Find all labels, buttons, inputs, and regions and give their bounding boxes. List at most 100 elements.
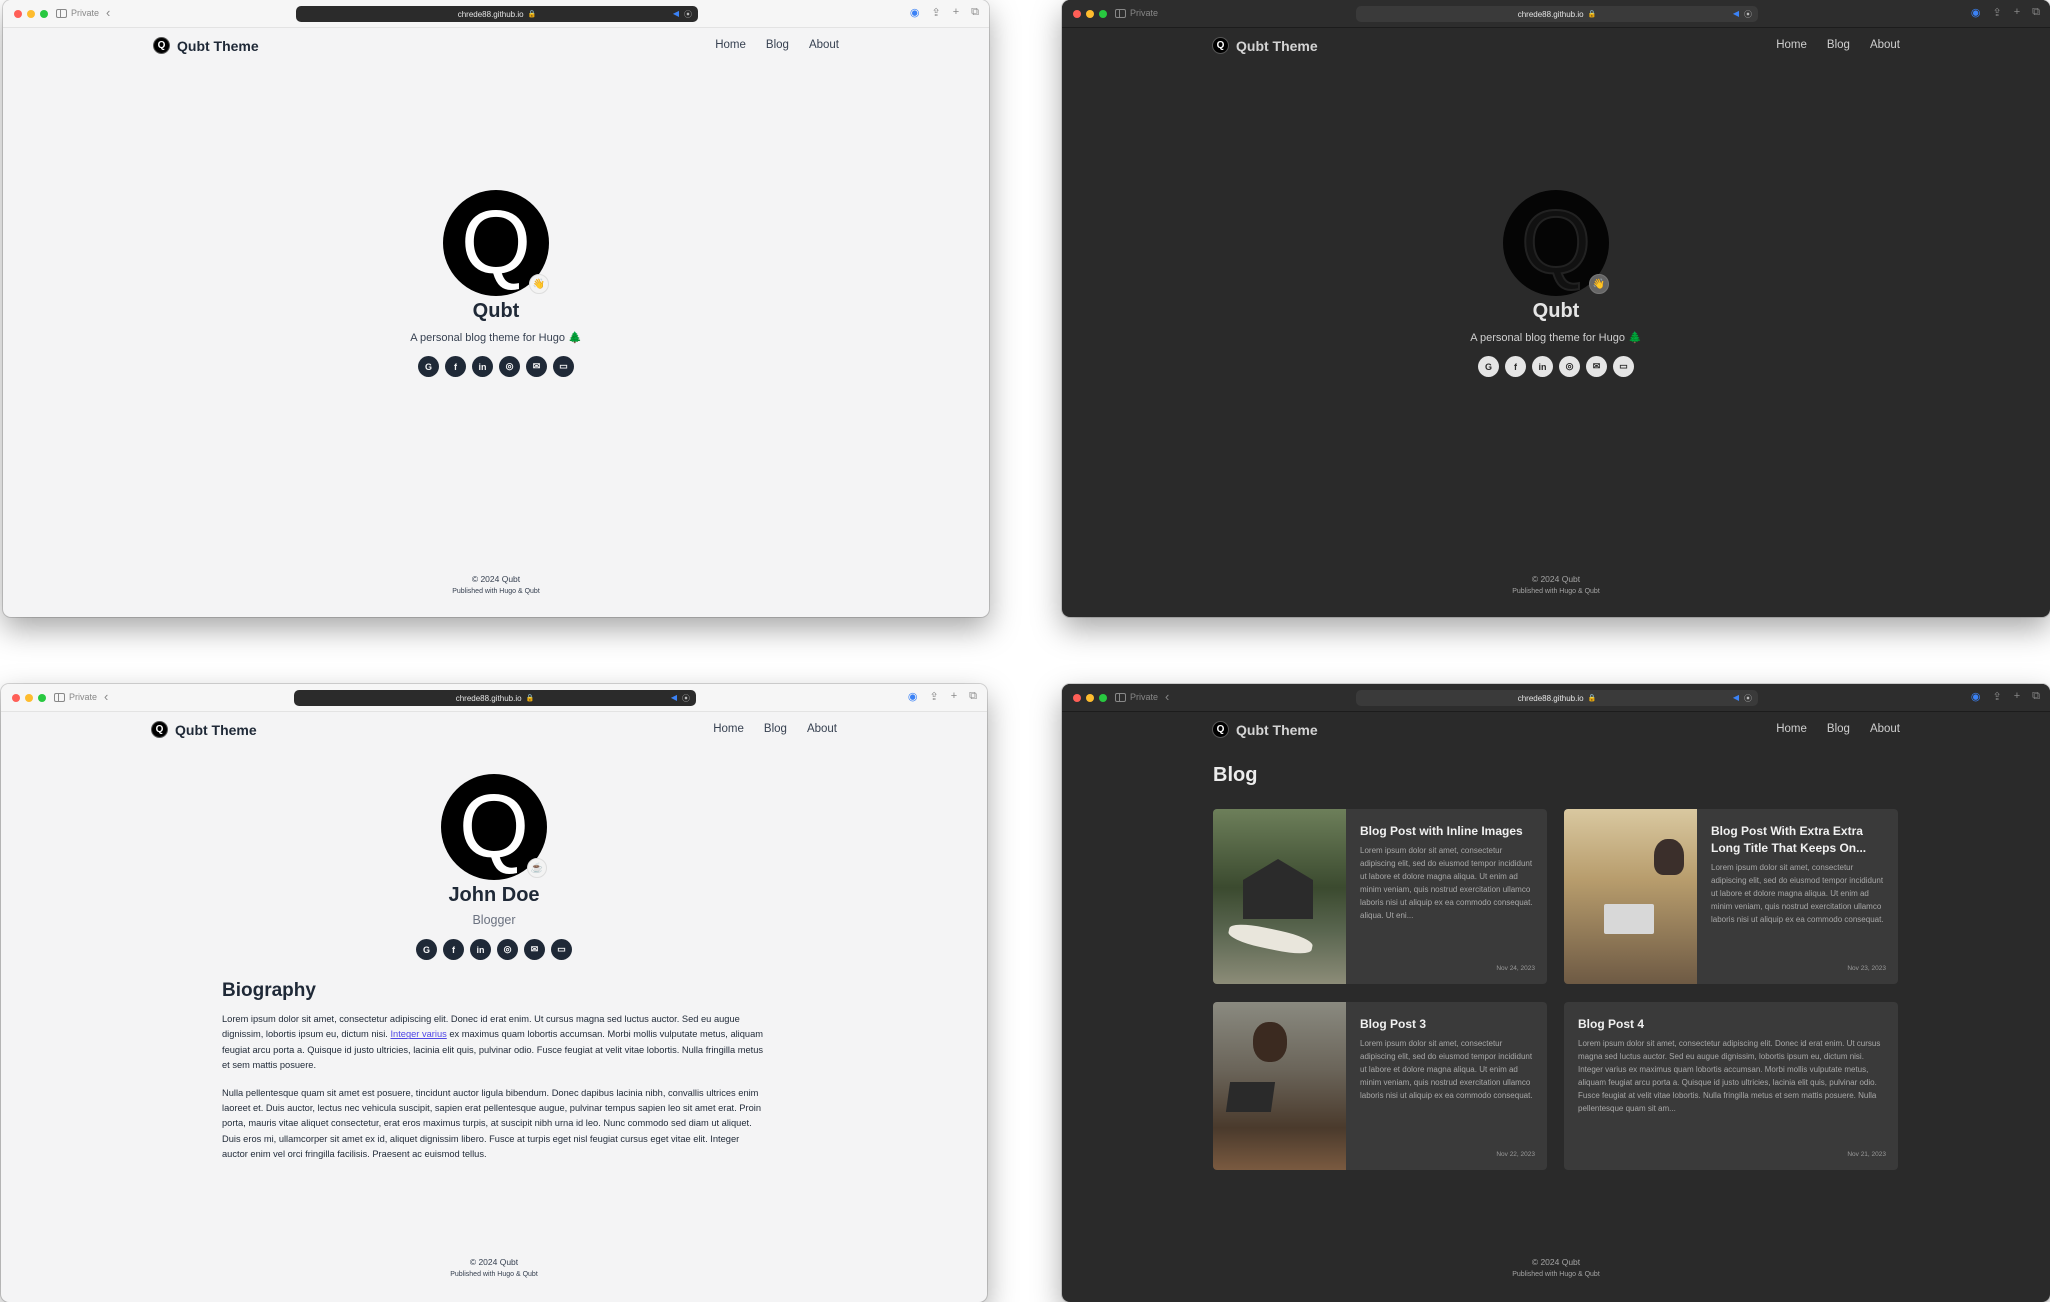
nav-home[interactable]: Home <box>715 39 746 51</box>
integer-varius-link[interactable]: Integer varius <box>390 1029 446 1039</box>
email-icon[interactable]: ✉ <box>1586 356 1607 377</box>
github-icon[interactable]: G <box>1478 356 1499 377</box>
address-bar[interactable]: chrede88.github.io 🔒 ◀ ⦿ <box>1356 6 1758 22</box>
brand-logo-icon: Q <box>1212 721 1229 738</box>
nav-about[interactable]: About <box>807 723 837 735</box>
linkedin-icon[interactable]: in <box>470 939 491 960</box>
instagram-icon[interactable]: ◎ <box>497 939 518 960</box>
about-profile: Q ☕ John Doe Blogger G f in ◎ ✉ ▭ <box>1 774 987 960</box>
post-thumbnail[interactable] <box>1213 1002 1346 1170</box>
linkedin-icon[interactable]: in <box>1532 356 1553 377</box>
nav-about[interactable]: About <box>1870 39 1900 51</box>
back-icon[interactable]: ‹ <box>1165 689 1169 704</box>
nav-blog[interactable]: Blog <box>764 723 787 735</box>
reader-icon[interactable]: ⦿ <box>1744 9 1752 20</box>
facebook-icon[interactable]: f <box>443 939 464 960</box>
sidebar-toggle-icon[interactable] <box>1115 693 1126 702</box>
post-excerpt: Lorem ipsum dolor sit amet, consectetur … <box>1360 1039 1533 1100</box>
laptop-icon[interactable]: ▭ <box>551 939 572 960</box>
post-thumbnail[interactable] <box>1213 809 1346 984</box>
tabs-icon[interactable]: ⧉ <box>2032 690 2040 703</box>
window-controls[interactable] <box>1073 10 1107 18</box>
share-icon[interactable]: ⇪ <box>929 690 938 703</box>
email-icon[interactable]: ✉ <box>524 939 545 960</box>
blog-card[interactable]: Blog Post 3 Lorem ipsum dolor sit amet, … <box>1213 1002 1547 1170</box>
profile-tagline: A personal blog theme for Hugo 🌲 <box>1470 332 1642 344</box>
nav-about[interactable]: About <box>809 39 839 51</box>
laptop-icon[interactable]: ▭ <box>553 356 574 377</box>
address-bar[interactable]: chrede88.github.io 🔒 ◀ ⦿ <box>296 6 698 22</box>
window-controls[interactable] <box>12 694 46 702</box>
laptop-icon[interactable]: ▭ <box>1613 356 1634 377</box>
post-title[interactable]: Blog Post 4 <box>1578 1016 1886 1033</box>
nav-home[interactable]: Home <box>1776 723 1807 735</box>
profile-tagline: A personal blog theme for Hugo 🌲 <box>410 332 582 344</box>
sidebar-toggle-icon[interactable] <box>54 693 65 702</box>
site-brand[interactable]: Q Qubt Theme <box>151 721 257 738</box>
facebook-icon[interactable]: f <box>1505 356 1526 377</box>
site-footer: © 2024 Qubt Published with Hugo & Qubt <box>1062 574 2050 595</box>
instagram-icon[interactable]: ◎ <box>499 356 520 377</box>
privacy-icon[interactable]: ◉ <box>910 6 920 19</box>
facebook-icon[interactable]: f <box>445 356 466 377</box>
nav-blog[interactable]: Blog <box>1827 39 1850 51</box>
github-icon[interactable]: G <box>416 939 437 960</box>
site-brand[interactable]: Q Qubt Theme <box>1212 37 1318 54</box>
nav-blog[interactable]: Blog <box>1827 723 1850 735</box>
reader-icon[interactable]: ⦿ <box>684 9 692 20</box>
post-title[interactable]: Blog Post With Extra Extra Long Title Th… <box>1711 823 1886 857</box>
tabs-icon[interactable]: ⧉ <box>971 6 979 19</box>
privacy-icon[interactable]: ◉ <box>1971 690 1981 703</box>
new-tab-icon[interactable]: + <box>2014 6 2020 19</box>
linkedin-icon[interactable]: in <box>472 356 493 377</box>
nav-home[interactable]: Home <box>713 723 744 735</box>
copyright: © 2024 Qubt <box>1531 1257 1581 1267</box>
window-controls[interactable] <box>1073 694 1107 702</box>
new-tab-icon[interactable]: + <box>2014 690 2020 703</box>
privacy-icon[interactable]: ◉ <box>908 690 918 703</box>
new-tab-icon[interactable]: + <box>951 690 957 703</box>
sidebar-toggle-icon[interactable] <box>56 9 67 18</box>
tabs-icon[interactable]: ⧉ <box>2032 6 2040 19</box>
blog-card[interactable]: Blog Post With Extra Extra Long Title Th… <box>1564 809 1898 984</box>
email-icon[interactable]: ✉ <box>526 356 547 377</box>
site-brand[interactable]: Q Qubt Theme <box>1212 721 1318 738</box>
nav-home[interactable]: Home <box>1776 39 1807 51</box>
back-icon[interactable]: ‹ <box>106 5 110 20</box>
privacy-icon[interactable]: ◉ <box>1971 6 1981 19</box>
reader-icon[interactable]: ⦿ <box>1744 693 1752 704</box>
blog-card[interactable]: Blog Post with Inline Images Lorem ipsum… <box>1213 809 1547 984</box>
github-icon[interactable]: G <box>418 356 439 377</box>
tabs-icon[interactable]: ⧉ <box>969 690 977 703</box>
published-with: Published with Hugo & Qubt <box>1512 588 1600 595</box>
copyright: © 2024 Qubt <box>471 574 521 584</box>
post-excerpt: Lorem ipsum dolor sit amet, consectetur … <box>1711 863 1884 924</box>
post-title[interactable]: Blog Post 3 <box>1360 1016 1535 1033</box>
instagram-icon[interactable]: ◎ <box>1559 356 1580 377</box>
audio-icon[interactable]: ◀ <box>1733 693 1739 704</box>
brand-logo-icon: Q <box>1212 37 1229 54</box>
sidebar-toggle-icon[interactable] <box>1115 9 1126 18</box>
nav-blog[interactable]: Blog <box>766 39 789 51</box>
home-profile: Q 👋 Qubt A personal blog theme for Hugo 🌲… <box>1062 190 2050 377</box>
site-footer: © 2024 Qubt Published with Hugo & Qubt <box>1 1257 987 1278</box>
blog-card[interactable]: Blog Post 4 Lorem ipsum dolor sit amet, … <box>1564 1002 1898 1170</box>
post-thumbnail[interactable] <box>1564 809 1697 984</box>
address-bar[interactable]: chrede88.github.io 🔒 ◀ ⦿ <box>294 690 696 706</box>
nav-about[interactable]: About <box>1870 723 1900 735</box>
share-icon[interactable]: ⇪ <box>1992 6 2001 19</box>
site-header: Q Qubt Theme Home Blog About <box>1062 28 2050 64</box>
brand-name: Qubt Theme <box>1236 721 1318 738</box>
audio-icon[interactable]: ◀ <box>1733 9 1739 20</box>
window-controls[interactable] <box>14 10 48 18</box>
site-brand[interactable]: Q Qubt Theme <box>153 37 259 54</box>
back-icon[interactable]: ‹ <box>104 689 108 704</box>
share-icon[interactable]: ⇪ <box>931 6 940 19</box>
share-icon[interactable]: ⇪ <box>1992 690 2001 703</box>
reader-icon[interactable]: ⦿ <box>682 693 690 704</box>
post-title[interactable]: Blog Post with Inline Images <box>1360 823 1535 840</box>
address-bar[interactable]: chrede88.github.io 🔒 ◀ ⦿ <box>1356 690 1758 706</box>
audio-icon[interactable]: ◀ <box>673 9 679 20</box>
new-tab-icon[interactable]: + <box>953 6 959 19</box>
audio-icon[interactable]: ◀ <box>671 693 677 704</box>
